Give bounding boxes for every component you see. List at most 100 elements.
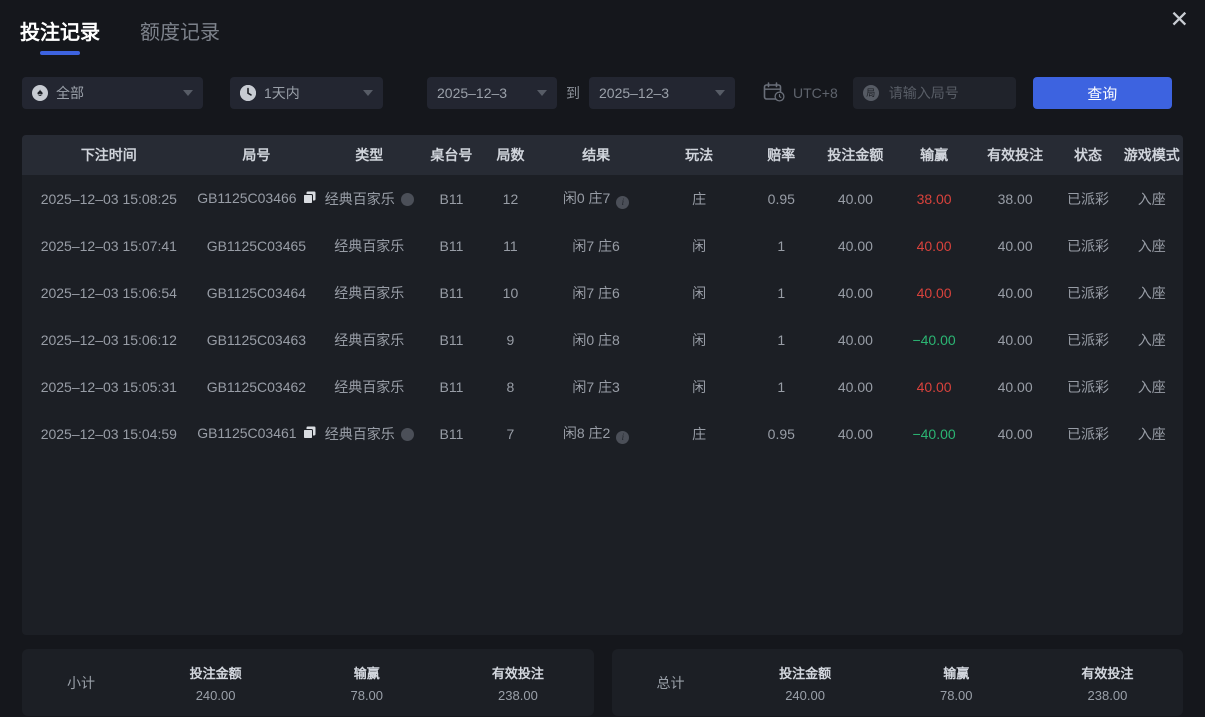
game-type-select[interactable]: 全部 <box>22 77 203 109</box>
records-table-area: 下注时间 局号 类型 桌台号 局数 结果 玩法 赔率 投注金额 输赢 有效投注 … <box>22 135 1183 635</box>
cell-round-no: 12 <box>502 190 519 207</box>
game-type-text: 经典百家乐 <box>334 331 405 348</box>
cell-bet-amount: 40.00 <box>837 425 873 442</box>
cell-bet-time: 2025–12–03 15:04:59 <box>40 425 177 442</box>
cell-table-no: B11 <box>439 284 464 301</box>
round-id-text: GB1125C03462 <box>206 378 307 395</box>
result-text: 闲7 庄6 <box>572 237 620 254</box>
cell-valid-bet: 38.00 <box>997 190 1033 207</box>
result-text: 闲0 庄8 <box>572 331 620 348</box>
cell-round-id: GB1125C03464 <box>196 269 318 316</box>
tab-bet-records[interactable]: 投注记录 <box>20 16 100 55</box>
col-table-no: 桌台号 <box>421 135 482 175</box>
stat-value-winloss: 78.00 <box>350 687 384 703</box>
total-valid-bet: 有效投注 238.00 <box>1032 663 1183 703</box>
cell-bet-amount: 40.00 <box>837 331 873 348</box>
cell-round-id: GB1125C03462 <box>196 363 318 410</box>
cell-winloss: −40.00 <box>912 331 956 348</box>
cell-status: 已派彩 <box>1067 378 1110 395</box>
cell-play: 庄 <box>692 425 707 442</box>
cell-round-id: GB1125C03466 <box>196 175 318 222</box>
chevron-down-icon <box>537 90 547 96</box>
game-type-value: 全部 <box>56 85 84 101</box>
summary-section: 小计 投注金额 240.00 输赢 78.00 有效投注 238.00 总计 投… <box>22 649 1183 716</box>
cell-odds: 1 <box>777 237 786 254</box>
cell-status: 已派彩 <box>1067 284 1110 301</box>
col-bet-time: 下注时间 <box>22 135 196 175</box>
time-range-select[interactable]: 1天内 <box>230 77 383 109</box>
cell-status: 已派彩 <box>1067 190 1110 207</box>
cell-valid-bet: 40.00 <box>997 378 1033 395</box>
subtotal-label: 小计 <box>67 674 95 691</box>
col-status: 状态 <box>1055 135 1121 175</box>
chevron-down-icon <box>363 90 373 96</box>
cell-result: 闲7 庄6 <box>539 222 652 269</box>
round-number-input[interactable] <box>886 84 1006 102</box>
date-to-select[interactable]: 2025–12–3 <box>589 77 735 109</box>
cell-odds: 1 <box>777 284 786 301</box>
col-valid-bet: 有效投注 <box>974 135 1056 175</box>
cell-bet-amount: 40.00 <box>837 237 873 254</box>
copy-icon[interactable] <box>302 426 316 442</box>
date-from-select[interactable]: 2025–12–3 <box>427 77 557 109</box>
col-play: 玩法 <box>652 135 746 175</box>
cell-game-type: 经典百家乐 <box>317 175 421 222</box>
table-header-row: 下注时间 局号 类型 桌台号 局数 结果 玩法 赔率 投注金额 输赢 有效投注 … <box>22 135 1183 175</box>
cell-winloss: 40.00 <box>916 237 952 254</box>
cell-table-no: B11 <box>439 190 464 207</box>
close-icon[interactable]: ✕ <box>1166 4 1193 35</box>
total-label: 总计 <box>656 674 685 691</box>
subtotal-winloss: 输赢 78.00 <box>291 663 442 703</box>
cell-winloss: 40.00 <box>916 284 952 301</box>
table-row: 2025–12–03 15:07:41 GB1125C03465 经典百家乐 B… <box>22 222 1183 269</box>
col-game-mode: 游戏模式 <box>1120 135 1183 175</box>
search-button[interactable]: 查询 <box>1032 77 1172 109</box>
subtotal-bet-amount: 投注金额 240.00 <box>140 663 291 703</box>
stat-label-valid: 有效投注 <box>1081 665 1134 681</box>
cell-bet-time: 2025–12–03 15:07:41 <box>40 237 177 254</box>
table-row: 2025–12–03 15:05:31 GB1125C03462 经典百家乐 B… <box>22 363 1183 410</box>
clock-icon <box>240 85 256 101</box>
game-type-text: 经典百家乐 <box>324 425 395 442</box>
cell-winloss: 40.00 <box>916 378 952 395</box>
cell-game-type: 经典百家乐 <box>317 410 421 457</box>
table-row: 2025–12–03 15:06:12 GB1125C03463 经典百家乐 B… <box>22 316 1183 363</box>
chevron-down-icon <box>715 90 725 96</box>
timezone-indicator: UTC+8 <box>763 81 838 105</box>
cell-status: 已派彩 <box>1067 237 1110 254</box>
game-type-text: 经典百家乐 <box>334 284 405 301</box>
game-type-icon[interactable] <box>400 192 414 206</box>
cell-valid-bet: 40.00 <box>997 331 1033 348</box>
cell-game-mode: 入座 <box>1137 190 1166 207</box>
round-id-text: GB1125C03464 <box>206 284 307 301</box>
cell-odds: 1 <box>777 378 786 395</box>
table-row: 2025–12–03 15:04:59 GB1125C03461 经典百家乐 B… <box>22 410 1183 457</box>
cell-play: 闲 <box>692 378 707 395</box>
cell-bet-amount: 40.00 <box>837 378 873 395</box>
cell-table-no: B11 <box>439 237 464 254</box>
cell-round-no: 9 <box>506 331 515 348</box>
cell-bet-time: 2025–12–03 15:06:12 <box>40 331 177 348</box>
cell-round-id: GB1125C03465 <box>196 222 318 269</box>
game-type-icon[interactable] <box>400 427 414 441</box>
time-range-value: 1天内 <box>264 85 300 101</box>
cell-valid-bet: 40.00 <box>997 237 1033 254</box>
cell-bet-time: 2025–12–03 15:05:31 <box>40 378 177 395</box>
cell-winloss: −40.00 <box>912 425 956 442</box>
round-number-field[interactable] <box>852 77 1016 109</box>
stat-label-valid: 有效投注 <box>491 665 544 681</box>
tab-quota-records[interactable]: 额度记录 <box>140 16 220 55</box>
records-table: 下注时间 局号 类型 桌台号 局数 结果 玩法 赔率 投注金额 输赢 有效投注 … <box>22 135 1183 457</box>
cell-table-no: B11 <box>439 425 464 442</box>
game-type-text: 经典百家乐 <box>334 237 405 254</box>
cell-result: 闲0 庄7 <box>539 175 652 222</box>
result-info-icon[interactable] <box>616 196 630 209</box>
cell-game-type: 经典百家乐 <box>317 316 421 363</box>
cell-round-no: 7 <box>506 425 515 442</box>
cell-status: 已派彩 <box>1067 331 1110 348</box>
stat-label-winloss: 输赢 <box>943 665 970 681</box>
cell-play: 闲 <box>692 237 707 254</box>
result-info-icon[interactable] <box>616 431 630 444</box>
copy-icon[interactable] <box>302 191 316 207</box>
cell-table-no: B11 <box>439 378 464 395</box>
